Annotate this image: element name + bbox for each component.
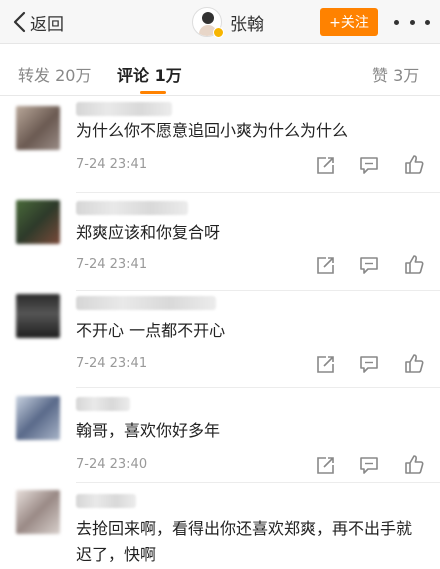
comment-username[interactable] [76, 494, 136, 508]
avatar[interactable] [16, 294, 60, 338]
back-label: 返回 [30, 14, 64, 35]
comment-icon[interactable] [358, 353, 380, 375]
more-dots-icon[interactable] [394, 12, 430, 32]
repost-icon[interactable] [315, 254, 337, 276]
list-item: 为什么你不愿意追回小爽为什么为什么 7-24 23:41 [0, 96, 440, 193]
list-item: 去抢回来啊，看得出你还喜欢郑爽，再不出手就迟了，快啊 [0, 482, 440, 569]
avatar[interactable] [16, 396, 60, 440]
tab-bar: 转发 20万 评论 1万 赞 3万 [0, 44, 440, 96]
comment-text: 翰哥，喜欢你好多年 [76, 421, 221, 440]
top-nav-bar: 返回 张翰 +关注 [0, 0, 440, 44]
comment-time: 7-24 23:41 [76, 157, 148, 172]
repost-icon[interactable] [315, 353, 337, 375]
avatar[interactable] [16, 106, 60, 150]
like-icon[interactable] [403, 453, 425, 475]
avatar[interactable] [16, 200, 60, 244]
list-item: 翰哥，喜欢你好多年 7-24 23:40 [0, 387, 440, 483]
comment-time: 7-24 23:41 [76, 356, 148, 371]
back-chevron-icon [13, 11, 26, 33]
comment-time: 7-24 23:40 [76, 457, 148, 472]
comment-time: 7-24 23:41 [76, 257, 148, 272]
avatar[interactable] [16, 490, 60, 534]
list-item: 不开心 一点都不开心 7-24 23:41 [0, 290, 440, 388]
user-name: 张翰 [230, 14, 264, 35]
verified-badge-icon [213, 27, 224, 38]
user-header[interactable]: 张翰 [192, 7, 264, 38]
like-icon[interactable] [403, 153, 425, 175]
like-icon[interactable] [403, 352, 425, 374]
repost-icon[interactable] [315, 154, 337, 176]
comment-icon[interactable] [358, 154, 380, 176]
comment-icon[interactable] [358, 254, 380, 276]
tab-comments[interactable]: 评论 1万 [117, 62, 182, 86]
active-tab-underline [140, 91, 166, 94]
list-item: 郑爽应该和你复合呀 7-24 23:41 [0, 193, 440, 291]
tab-repost[interactable]: 转发 20万 [18, 62, 91, 86]
back-button[interactable]: 返回 [12, 9, 64, 35]
comment-username[interactable] [76, 397, 130, 411]
comment-icon[interactable] [358, 454, 380, 476]
repost-icon[interactable] [315, 454, 337, 476]
comment-username[interactable] [76, 296, 216, 310]
tab-likes[interactable]: 赞 3万 [372, 62, 419, 86]
comment-username[interactable] [76, 201, 188, 215]
follow-button[interactable]: +关注 [320, 8, 378, 36]
comment-text: 不开心 一点都不开心 [76, 321, 226, 340]
comment-text: 为什么你不愿意追回小爽为什么为什么 [76, 121, 349, 140]
comment-username[interactable] [76, 102, 172, 116]
comment-text: 去抢回来啊，看得出你还喜欢郑爽，再不出手就迟了，快啊 [76, 519, 413, 564]
like-icon[interactable] [403, 253, 425, 275]
comment-text: 郑爽应该和你复合呀 [76, 223, 221, 242]
